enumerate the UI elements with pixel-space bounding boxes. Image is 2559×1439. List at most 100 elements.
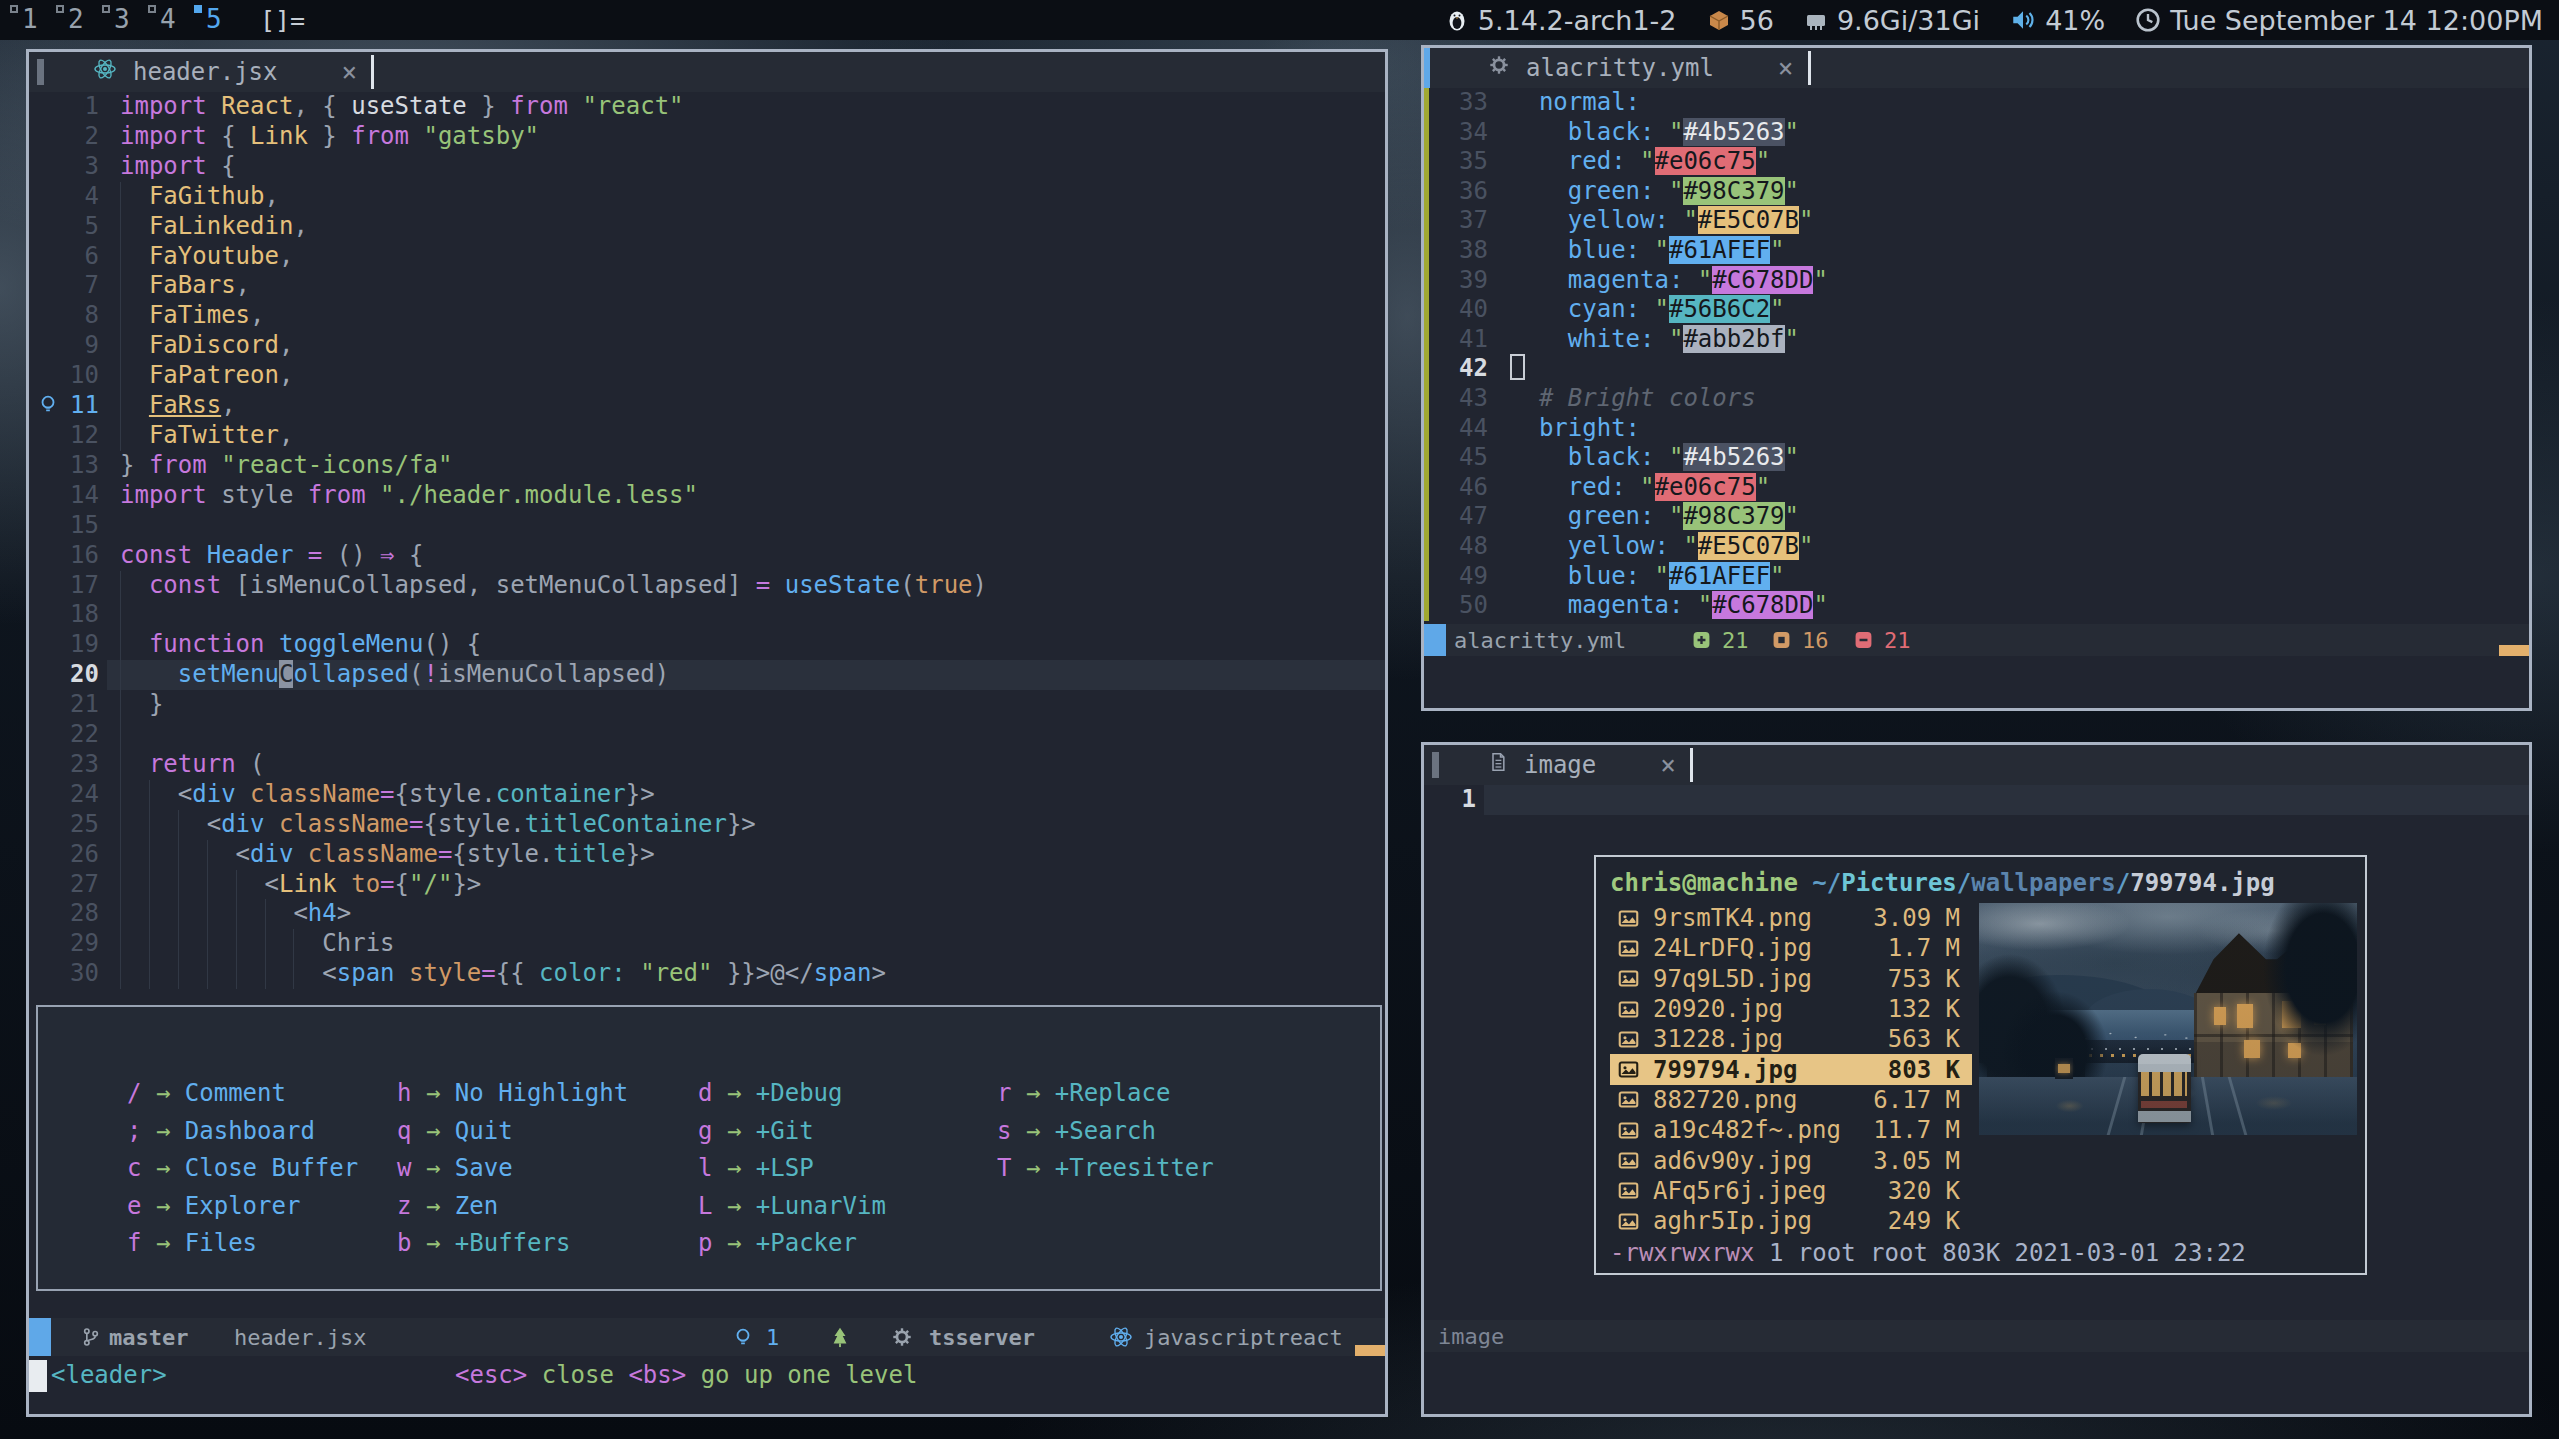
- code-line[interactable]: 16const Header = () ⇒ {: [29, 541, 1385, 571]
- code-line[interactable]: 33 normal:: [1424, 88, 2529, 118]
- code-line[interactable]: 4 FaGithub,: [29, 182, 1385, 212]
- file-row[interactable]: 882720.png6.17 M: [1610, 1085, 1972, 1115]
- code-line[interactable]: 12 FaTwitter,: [29, 421, 1385, 451]
- code-line[interactable]: 10 FaPatreon,: [29, 361, 1385, 391]
- whichkey-binding[interactable]: p → +Packer: [698, 1225, 886, 1263]
- code-line[interactable]: 44 bright:: [1424, 414, 2529, 444]
- code-line[interactable]: 20 setMenuCollapsed(!isMenuCollapsed): [29, 660, 1385, 690]
- code-line[interactable]: 35 red: "#e06c75": [1424, 147, 2529, 177]
- file-row[interactable]: 31228.jpg563 K: [1610, 1024, 1972, 1054]
- code-line[interactable]: 25 <div className={style.titleContainer}…: [29, 810, 1385, 840]
- workspace-button-2[interactable]: 2: [54, 0, 100, 40]
- whichkey-binding[interactable]: T → +Treesitter: [997, 1150, 1214, 1188]
- code-line[interactable]: 48 yellow: "#E5C07B": [1424, 532, 2529, 562]
- code-line[interactable]: 17 const [isMenuCollapsed, setMenuCollap…: [29, 571, 1385, 601]
- code-line[interactable]: 21 }: [29, 690, 1385, 720]
- code-line[interactable]: 27 <Link to={"/"}>: [29, 870, 1385, 900]
- file-row[interactable]: 9rsmTK4.png3.09 M: [1610, 903, 1972, 933]
- code-line[interactable]: 7 FaBars,: [29, 271, 1385, 301]
- code-line[interactable]: 41 white: "#abb2bf": [1424, 325, 2529, 355]
- whichkey-binding[interactable]: L → +LunarVim: [698, 1188, 886, 1226]
- code-line[interactable]: 11 FaRss,: [29, 391, 1385, 421]
- code-line[interactable]: 28 <h4>: [29, 899, 1385, 929]
- code-line[interactable]: 49 blue: "#61AFEF": [1424, 562, 2529, 592]
- layout-indicator[interactable]: []=: [260, 6, 305, 35]
- code-line[interactable]: 14import style from "./header.module.les…: [29, 481, 1385, 511]
- code-area[interactable]: 1: [1424, 785, 2529, 815]
- code-line[interactable]: 45 black: "#4b5263": [1424, 443, 2529, 473]
- whichkey-binding[interactable]: ; → Dashboard: [127, 1113, 358, 1151]
- file-row[interactable]: AFq5r6j.jpeg320 K: [1610, 1176, 1972, 1206]
- whichkey-binding[interactable]: d → +Debug: [698, 1075, 886, 1113]
- code-line[interactable]: 50 magenta: "#C678DD": [1424, 591, 2529, 621]
- code-line[interactable]: 8 FaTimes,: [29, 301, 1385, 331]
- whichkey-binding[interactable]: b → +Buffers: [397, 1225, 628, 1263]
- code-line[interactable]: 1import React, { useState } from "react": [29, 92, 1385, 122]
- file-row[interactable]: 97q9L5D.jpg753 K: [1610, 964, 1972, 994]
- code-line[interactable]: 46 red: "#e06c75": [1424, 473, 2529, 503]
- editor-window-alacritty-yml[interactable]: alacritty.yml × 33 normal:34 black: "#4b…: [1421, 45, 2532, 711]
- code-line[interactable]: 22: [29, 720, 1385, 750]
- workspace-button-4[interactable]: 4: [146, 0, 192, 40]
- code-line[interactable]: 24 <div className={style.container}>: [29, 780, 1385, 810]
- whichkey-binding[interactable]: e → Explorer: [127, 1188, 358, 1226]
- code-line[interactable]: 2import { Link } from "gatsby": [29, 122, 1385, 152]
- code-line[interactable]: 19 function toggleMenu() {: [29, 630, 1385, 660]
- whichkey-binding[interactable]: f → Files: [127, 1225, 358, 1263]
- whichkey-binding[interactable]: r → +Replace: [997, 1075, 1214, 1113]
- file-row[interactable]: a19c482f~.png11.7 M: [1610, 1115, 1972, 1145]
- code-line[interactable]: 23 return (: [29, 750, 1385, 780]
- code-line[interactable]: 36 green: "#98C379": [1424, 177, 2529, 207]
- code-line[interactable]: 13} from "react-icons/fa": [29, 451, 1385, 481]
- close-icon[interactable]: ×: [342, 57, 358, 87]
- code-line[interactable]: 40 cyan: "#56B6C2": [1424, 295, 2529, 325]
- whichkey-binding[interactable]: h → No Highlight: [397, 1075, 628, 1113]
- file-row[interactable]: 24LrDFQ.jpg1.7 M: [1610, 933, 1972, 963]
- code-line[interactable]: 18: [29, 600, 1385, 630]
- tab-image[interactable]: image ×: [1424, 750, 1676, 780]
- file-row[interactable]: aghr5Ip.jpg249 K: [1610, 1206, 1972, 1236]
- code-line[interactable]: 26 <div className={style.title}>: [29, 840, 1385, 870]
- whichkey-binding[interactable]: q → Quit: [397, 1113, 628, 1151]
- line-number: 46: [1424, 473, 1496, 503]
- whichkey-binding[interactable]: s → +Search: [997, 1113, 1214, 1151]
- code-line[interactable]: 1: [1424, 785, 2529, 815]
- whichkey-binding[interactable]: z → Zen: [397, 1188, 628, 1226]
- code-line[interactable]: 38 blue: "#61AFEF": [1424, 236, 2529, 266]
- code-line[interactable]: 30 <span style={{ color: "red" }}>@</spa…: [29, 959, 1385, 989]
- code-line[interactable]: 29 Chris: [29, 929, 1385, 959]
- file-row[interactable]: 799794.jpg803 K: [1610, 1054, 1972, 1084]
- code-line[interactable]: 6 FaYoutube,: [29, 242, 1385, 272]
- code-line[interactable]: 5 FaLinkedin,: [29, 212, 1385, 242]
- workspace-button-5[interactable]: 5: [192, 0, 238, 40]
- whichkey-binding[interactable]: c → Close Buffer: [127, 1150, 358, 1188]
- code-line[interactable]: 37 yellow: "#E5C07B": [1424, 206, 2529, 236]
- code-line[interactable]: 43 # Bright colors: [1424, 384, 2529, 414]
- code-line[interactable]: 47 green: "#98C379": [1424, 502, 2529, 532]
- code-area[interactable]: 33 normal:34 black: "#4b5263"35 red: "#e…: [1424, 88, 2529, 621]
- code-line[interactable]: 15: [29, 511, 1385, 541]
- code-line[interactable]: 9 FaDiscord,: [29, 331, 1385, 361]
- tab-header-jsx[interactable]: header.jsx ×: [29, 57, 357, 87]
- whichkey-binding[interactable]: l → +LSP: [698, 1150, 886, 1188]
- file-row[interactable]: 20920.jpg132 K: [1610, 994, 1972, 1024]
- whichkey-binding[interactable]: w → Save: [397, 1150, 628, 1188]
- code-line[interactable]: 34 black: "#4b5263": [1424, 118, 2529, 148]
- code-line[interactable]: 42: [1424, 354, 2529, 384]
- close-icon[interactable]: ×: [1660, 750, 1676, 780]
- whichkey-key: /: [127, 1079, 141, 1107]
- status-module: 41%: [2010, 5, 2105, 36]
- file-row[interactable]: ad6v90y.jpg3.05 M: [1610, 1145, 1972, 1175]
- workspace-button-1[interactable]: 1: [8, 0, 54, 40]
- whichkey-binding[interactable]: g → +Git: [698, 1113, 886, 1151]
- code-area[interactable]: 1import React, { useState } from "react"…: [29, 92, 1385, 989]
- whichkey-binding[interactable]: / → Comment: [127, 1075, 358, 1113]
- close-icon[interactable]: ×: [1778, 53, 1794, 83]
- editor-window-header-jsx[interactable]: header.jsx × 1import React, { useState }…: [26, 49, 1388, 1417]
- code-line[interactable]: 39 magenta: "#C678DD": [1424, 266, 2529, 296]
- command-line[interactable]: <leader><esc> close <bs> go up one level: [29, 1356, 1385, 1396]
- tab-alacritty-yml[interactable]: alacritty.yml ×: [1424, 53, 1794, 83]
- editor-window-image[interactable]: image × 1 chris@machine ~/Pictures/wallp…: [1421, 742, 2532, 1417]
- code-line[interactable]: 3import {: [29, 152, 1385, 182]
- workspace-button-3[interactable]: 3: [100, 0, 146, 40]
